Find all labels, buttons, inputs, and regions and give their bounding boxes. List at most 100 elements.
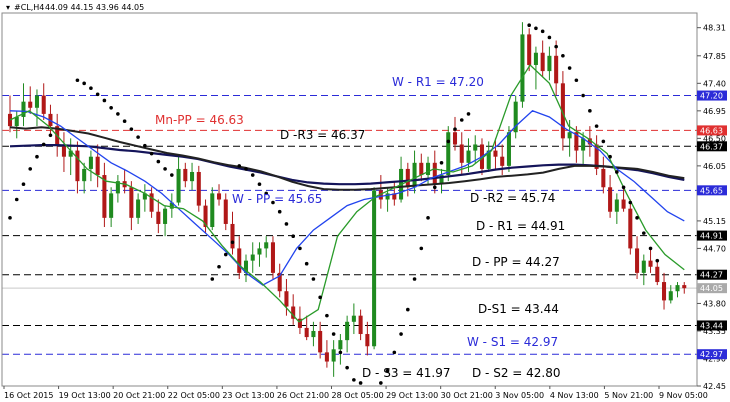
candle-down: [223, 199, 228, 224]
psar-dot: [453, 127, 457, 131]
level-price-tag-text: 42.97: [700, 350, 723, 359]
x-tick-label: 26 Oct 21:00: [277, 391, 329, 400]
psar-dot: [170, 173, 174, 177]
candle-down: [500, 156, 505, 166]
psar-dot: [284, 222, 289, 226]
candle-down: [230, 223, 235, 249]
x-tick-label: 19 Oct 13:00: [59, 391, 111, 400]
level-label: D - R1 = 44.91: [476, 219, 565, 233]
price-chart[interactable]: W - R1 = 47.20 Mn-PP = 46.63 D -R3 = 46.37…: [0, 0, 730, 402]
level-label: W - PP = 45.65: [232, 192, 322, 206]
psar-dot: [642, 231, 646, 235]
candle-up: [109, 193, 114, 218]
candle-up: [614, 199, 619, 212]
psar-dot: [210, 277, 215, 281]
psar-dot: [298, 246, 302, 251]
candle-down: [405, 168, 410, 188]
candle-up: [675, 285, 680, 292]
psar-dot: [419, 246, 424, 251]
candle-down: [432, 162, 437, 185]
ohlc-values: 44.09 44.15 43.96 44.05: [45, 3, 144, 12]
candle-down: [358, 315, 363, 335]
psar-dot: [156, 159, 161, 164]
candle-up: [88, 156, 93, 169]
y-tick-label: 47.40: [703, 79, 726, 88]
candle-down: [318, 330, 323, 353]
psar-dot: [466, 112, 471, 116]
psar-dot: [325, 313, 329, 318]
psar-dot: [439, 161, 444, 165]
level-label: D - S3 = 41.97: [362, 366, 451, 380]
psar-dot: [601, 139, 606, 144]
candle-down: [216, 193, 222, 200]
psar-dot: [28, 167, 33, 171]
candle-up: [163, 208, 168, 224]
candle-down: [129, 187, 134, 218]
candle-up: [466, 150, 471, 163]
candle-down: [95, 156, 100, 176]
x-tick-label: 4 Nov 13:00: [550, 391, 599, 400]
chart-header: ▾ #CL,H4 44.09 44.15 43.96 44.05: [6, 3, 144, 12]
level-label: Mn-PP = 46.63: [155, 113, 244, 127]
candle-down: [601, 168, 606, 188]
psar-dot: [547, 35, 552, 40]
candle-up: [412, 162, 417, 188]
x-tick-label: 9 Nov 05:00: [659, 391, 708, 400]
psar-dot: [392, 350, 397, 355]
candle-up: [311, 330, 316, 338]
candle-up: [473, 144, 478, 151]
candle-down: [156, 211, 161, 224]
candle-down: [324, 352, 329, 362]
candle-up: [520, 34, 525, 102]
psar-dot: [426, 216, 430, 220]
candle-down: [196, 171, 201, 206]
candle-down: [75, 150, 80, 182]
symbol-indicator: ▾: [6, 3, 10, 12]
candle-down: [554, 55, 559, 84]
psar-dot: [250, 173, 255, 177]
y-tick-label: 46.05: [703, 162, 726, 171]
psar-dot: [345, 365, 349, 370]
candle-up: [446, 132, 451, 176]
candle-up: [547, 55, 552, 72]
candle-down: [527, 34, 532, 65]
psar-dot: [352, 378, 356, 382]
psar-dot: [655, 258, 660, 263]
candle-down: [628, 208, 633, 249]
psar-dot: [561, 54, 565, 58]
candle-down: [648, 260, 653, 267]
psar-dot: [21, 182, 26, 187]
level-price-tag-text: 44.27: [700, 271, 723, 280]
candle-up: [136, 199, 141, 218]
level-price-tag-text: 43.44: [700, 321, 723, 330]
x-tick-label: 5 Nov 21:00: [604, 391, 653, 400]
candle-up: [372, 190, 377, 347]
candle-down: [540, 52, 545, 72]
psar-dot: [331, 332, 336, 336]
psar-dot: [35, 154, 39, 159]
symbol-label: #CL,H4: [14, 3, 44, 12]
candle-down: [28, 101, 33, 108]
psar-dot: [48, 133, 53, 138]
psar-dot: [554, 44, 558, 49]
candle-down: [237, 248, 242, 273]
level-label: D -R3 = 46.37: [280, 128, 365, 142]
level-label: W - S1 = 42.97: [467, 335, 558, 349]
psar-dot: [432, 185, 437, 190]
psar-dot: [163, 167, 167, 171]
x-tick-label: 20 Oct 21:00: [113, 391, 165, 400]
psar-dot: [534, 26, 538, 31]
psar-dot: [75, 78, 80, 83]
candle-up: [338, 340, 343, 350]
chart-canvas[interactable]: W - R1 = 47.20 Mn-PP = 46.63 D -R3 = 46.37…: [0, 0, 730, 402]
candle-up: [567, 132, 572, 139]
candle-up: [176, 168, 181, 203]
level-price-tag-text: 45.65: [700, 186, 723, 195]
x-tick-label: 23 Oct 13:00: [222, 391, 274, 400]
candle-up: [82, 168, 87, 182]
psar-dot: [304, 261, 309, 266]
candle-up: [426, 162, 431, 176]
psar-dot: [82, 81, 86, 86]
candle-down: [608, 187, 613, 212]
level-price-tag-text: 46.63: [700, 126, 723, 135]
